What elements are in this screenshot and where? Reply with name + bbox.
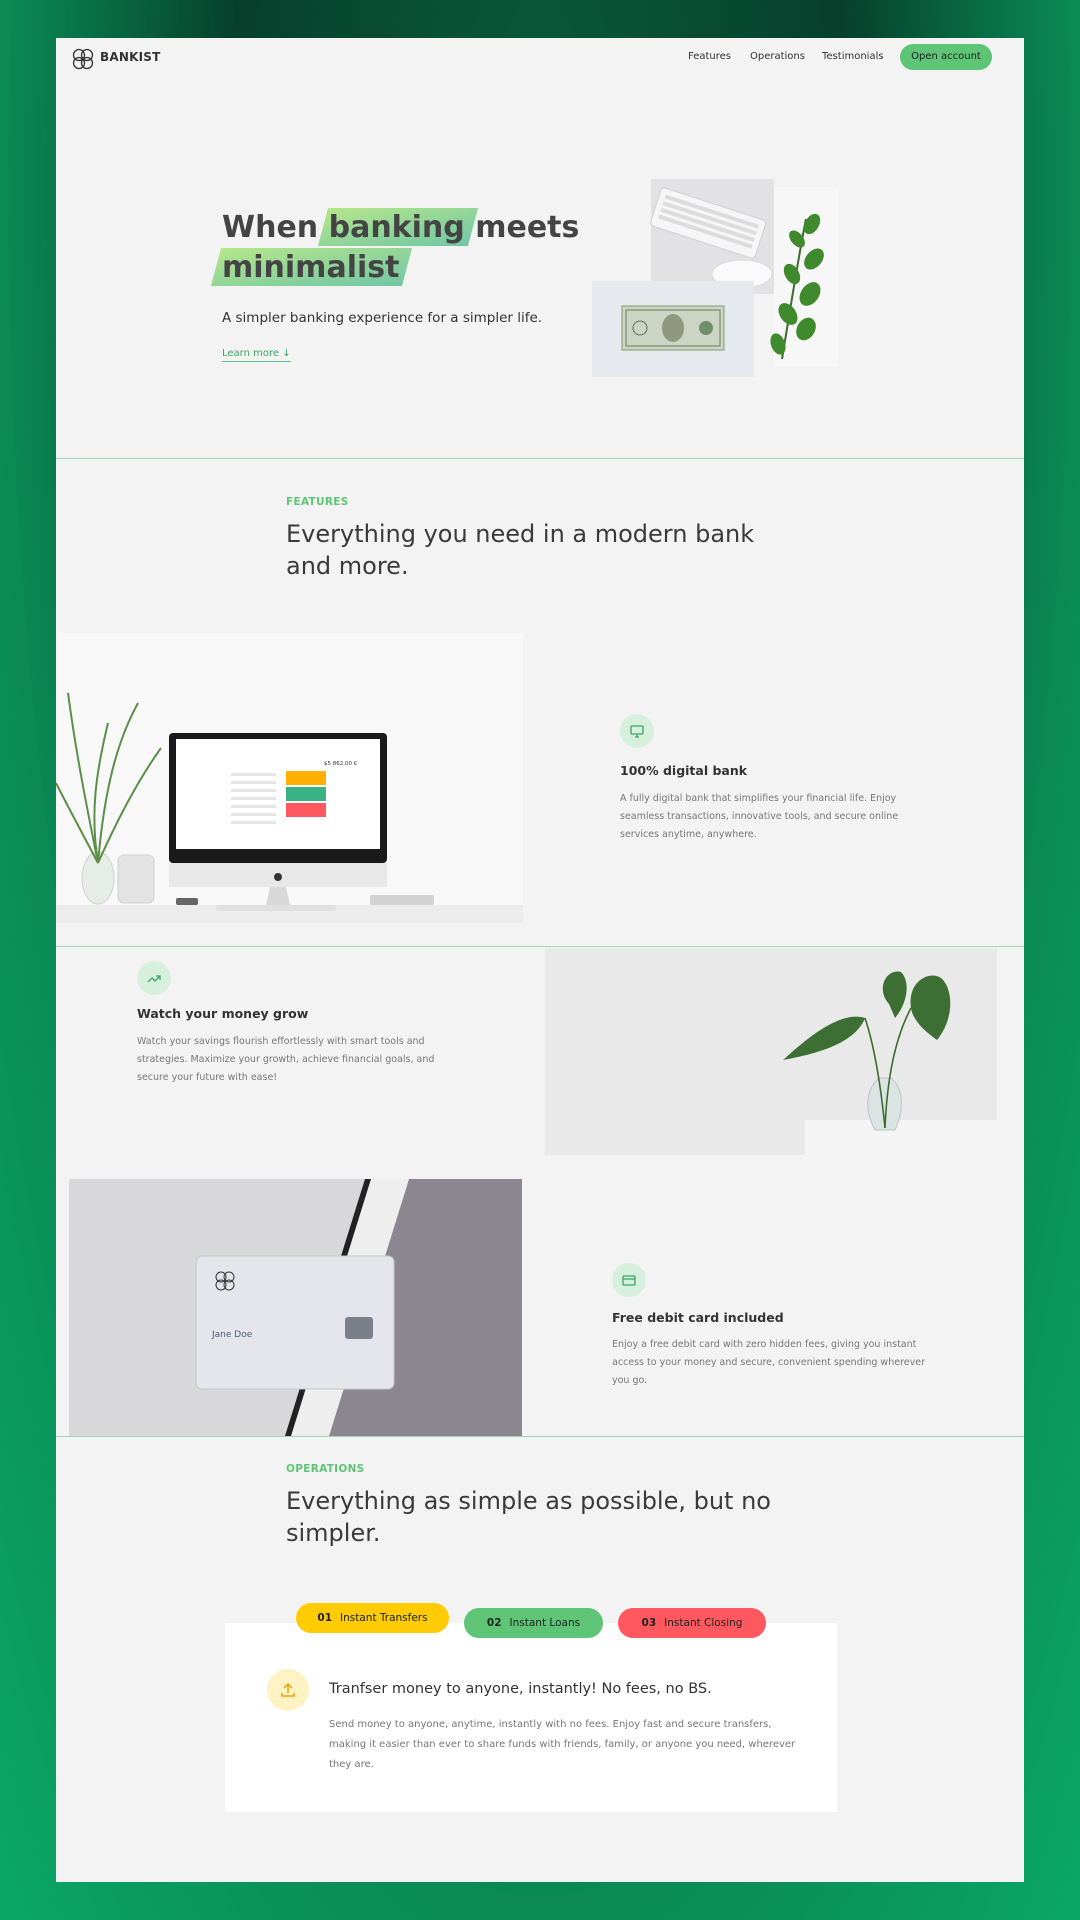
- operation-content-title: Tranfser money to anyone, instantly! No …: [329, 1681, 712, 1697]
- upload-icon-wrapper: [267, 1669, 309, 1711]
- debit-card-image: Jane Doe: [69, 1179, 522, 1436]
- nav-link-testimonials[interactable]: Testimonials: [822, 51, 884, 62]
- feature-title: Watch your money grow: [137, 1006, 309, 1021]
- operations-label: OPERATIONS: [286, 1463, 365, 1475]
- tab-number: 03: [641, 1617, 657, 1629]
- tab-label: Instant Closing: [664, 1617, 743, 1629]
- monitor-balance: $5 862,00 €: [324, 761, 358, 767]
- trending-up-icon: [147, 975, 161, 983]
- tab-instant-transfers[interactable]: 01 Instant Transfers: [296, 1603, 449, 1633]
- feature-text: Watch your savings flourish effortlessly…: [137, 1036, 435, 1083]
- hero-highlight-banking: banking: [329, 208, 465, 248]
- section-divider: [56, 946, 1024, 947]
- tab-instant-closing[interactable]: 03 Instant Closing: [618, 1608, 766, 1638]
- hero-subtitle: A simpler banking experience for a simpl…: [222, 310, 543, 326]
- features-title: Everything you need in a modern bank and…: [286, 520, 755, 580]
- tab-instant-loans[interactable]: 02 Instant Loans: [464, 1608, 603, 1638]
- feature-text: A fully digital bank that simplifies you…: [620, 793, 899, 840]
- feature-icon-wrapper: [620, 714, 654, 748]
- learn-more-link[interactable]: Learn more ↓: [222, 348, 291, 362]
- hero-title-word: When: [222, 210, 319, 245]
- operations-content-panel: Tranfser money to anyone, instantly! No …: [225, 1623, 837, 1812]
- feature-icon-wrapper: [137, 961, 171, 995]
- open-account-button[interactable]: Open account: [900, 44, 992, 70]
- feature-icon-wrapper: [612, 1263, 646, 1297]
- feature-title: 100% digital bank: [620, 763, 748, 778]
- upload-icon: [281, 1682, 295, 1697]
- nav-link-operations[interactable]: Operations: [750, 51, 805, 62]
- hero-highlight-minimalist: minimalist: [222, 248, 399, 288]
- tab-label: Instant Transfers: [340, 1612, 428, 1624]
- features-label: FEATURES: [286, 496, 349, 508]
- feature-text: Enjoy a free debit card with zero hidden…: [612, 1339, 925, 1386]
- section-divider: [56, 1436, 1024, 1437]
- tab-number: 02: [486, 1617, 502, 1629]
- section-divider: [56, 458, 1024, 459]
- monitor-icon: [630, 725, 644, 738]
- credit-card-icon: [622, 1275, 636, 1286]
- tab-label: Instant Loans: [509, 1617, 581, 1629]
- nav-link-features[interactable]: Features: [688, 51, 731, 62]
- brand-name: BANKIST: [100, 50, 161, 64]
- navbar: BANKIST Features Operations Testimonials…: [56, 38, 1024, 80]
- money-grow-image: [545, 948, 997, 1155]
- hero-title: When banking meets minimalist: [222, 208, 579, 288]
- operation-content-text: Send money to anyone, anytime, instantly…: [329, 1719, 796, 1770]
- page: BANKIST Features Operations Testimonials…: [56, 38, 1024, 1882]
- bankist-logo-icon[interactable]: [70, 46, 96, 72]
- digital-bank-image: $5 862,00 €: [56, 633, 523, 923]
- tab-number: 01: [317, 1612, 333, 1624]
- hero-title-word: meets: [475, 210, 580, 245]
- feature-title: Free debit card included: [612, 1310, 784, 1325]
- card-holder-name: Jane Doe: [211, 1330, 253, 1340]
- operations-title: Everything as simple as possible, but no…: [286, 1487, 771, 1547]
- hero-illustration: [592, 179, 838, 377]
